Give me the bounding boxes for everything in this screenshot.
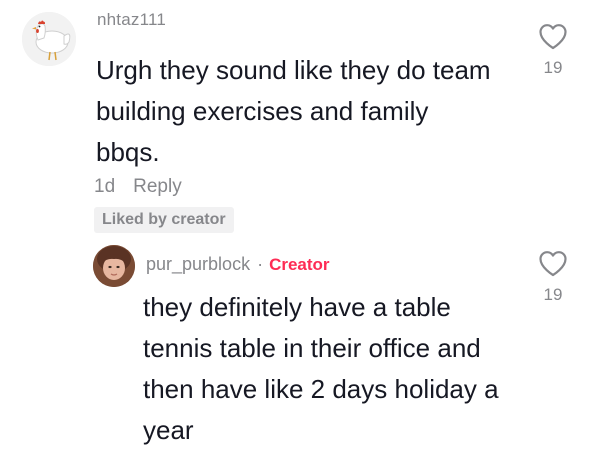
reply-button[interactable]: Reply bbox=[133, 176, 182, 198]
comment-like-column: 19 bbox=[533, 23, 573, 78]
reply-username[interactable]: pur_purblock bbox=[146, 254, 250, 275]
reply-text: they definitely have a table tennis tabl… bbox=[143, 292, 499, 445]
comment-age: 1d bbox=[94, 176, 116, 197]
profile-photo bbox=[93, 245, 135, 287]
reply-like-column: 19 bbox=[533, 250, 573, 305]
white-hen-icon bbox=[22, 12, 76, 66]
comment-meta: 1d Reply bbox=[94, 176, 182, 198]
heart-icon[interactable] bbox=[538, 23, 568, 50]
reply-username-row: pur_purblock · Creator bbox=[146, 254, 330, 275]
like-count: 19 bbox=[543, 58, 563, 77]
avatar[interactable] bbox=[22, 12, 76, 66]
comment-username[interactable]: nhtaz111 bbox=[97, 10, 166, 30]
like-count: 19 bbox=[543, 285, 563, 304]
avatar[interactable] bbox=[93, 245, 135, 287]
separator-dot: · bbox=[257, 254, 264, 274]
creator-badge: Creator bbox=[269, 255, 330, 274]
heart-icon[interactable] bbox=[538, 250, 568, 277]
comment-text: Urgh they sound like they do team buildi… bbox=[96, 55, 491, 167]
liked-by-creator-badge: Liked by creator bbox=[94, 207, 234, 233]
